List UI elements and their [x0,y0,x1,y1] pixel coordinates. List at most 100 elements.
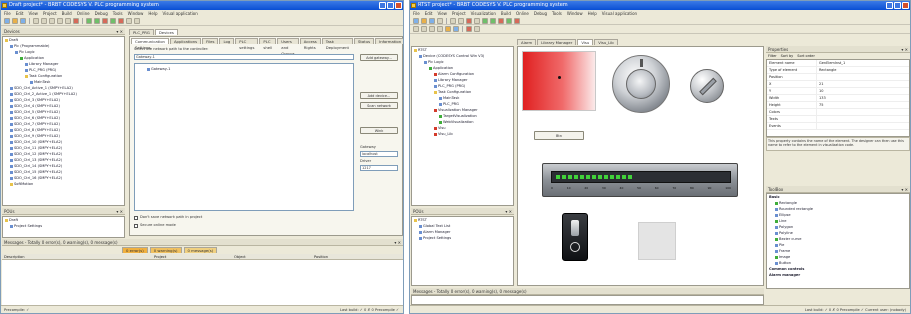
gateway-select[interactable]: Gateway-1 [134,54,354,60]
step-icon[interactable] [126,18,132,24]
menu-item[interactable]: File [413,10,420,17]
alarm-icon[interactable] [466,26,472,32]
property-row[interactable]: Y 10 [767,88,909,95]
tree-item[interactable]: Project Settings [412,235,513,241]
undo-icon[interactable] [33,18,39,24]
editor-tab[interactable]: Status [354,38,375,44]
minimize-button[interactable] [379,2,386,9]
build-icon[interactable] [482,17,488,24]
messages-column-header[interactable]: Position [312,254,392,259]
tree-item[interactable]: Project Settings [3,223,124,229]
pane-close-icon[interactable]: ▾ ✕ [505,208,512,215]
editor-tab[interactable]: Alarm [517,39,537,45]
messages-filter[interactable]: 0 message(s) [183,247,218,253]
save-icon[interactable] [429,17,435,24]
property-value[interactable]: GenElemInst_1 [817,60,845,66]
bar-meter[interactable]: 0 10 20 30 40 50 60 70 80 90 100 [542,163,738,197]
editor-tab[interactable]: Visu_Lib [594,39,618,45]
redo-icon[interactable] [41,18,47,24]
run-icon[interactable] [506,17,512,24]
editor-tab[interactable]: Files [202,38,219,44]
property-row[interactable]: Texts [767,116,909,123]
pane-close-icon[interactable]: ▾ ✕ [116,208,123,215]
property-row[interactable]: Events [767,123,909,130]
editor-tab[interactable]: Log [219,38,235,44]
no-save-checkbox[interactable] [134,215,138,220]
properties-toolbar-item[interactable]: Filter [768,53,777,59]
maximize-button[interactable] [387,2,394,9]
editor-tab[interactable]: Communication Settings [131,38,169,50]
menu-item[interactable]: Online [516,10,529,17]
save-icon[interactable] [20,18,26,24]
zoom-icon[interactable] [474,26,480,32]
gateway-node[interactable]: Gateway-1 [135,66,353,72]
visu-button-element[interactable]: Btn [534,131,584,140]
properties-toolbar-item[interactable]: Sort by [781,53,794,59]
property-row[interactable]: Width 133 [767,95,909,102]
run-icon[interactable] [110,18,116,24]
menu-item[interactable]: Visualization [471,10,496,17]
property-value[interactable] [817,116,819,122]
property-row[interactable]: Colors [767,109,909,116]
close-button[interactable] [395,2,402,9]
new-icon[interactable] [413,17,419,24]
align-left-icon[interactable] [413,26,419,32]
menu-item[interactable]: Online [77,10,90,17]
print-icon[interactable] [437,17,443,24]
delete-icon[interactable] [466,17,472,24]
property-row[interactable]: Element name GenElemInst_1 [767,60,909,67]
paste-icon[interactable] [65,18,71,24]
menu-item[interactable]: Help [148,10,157,17]
property-row[interactable]: Position [767,74,909,81]
tree-item[interactable]: SoftMotion [3,181,124,187]
menu-item[interactable]: Window [128,10,144,17]
messages-column-header[interactable]: Object [232,254,312,259]
property-value[interactable] [817,74,819,80]
wink-button[interactable]: Wink [360,127,398,134]
errors-filter[interactable]: 0 error(s) [122,247,148,253]
visualization-canvas[interactable]: Btn 0 10 20 30 40 50 60 70 80 90 100 [517,46,764,286]
cut-icon[interactable] [49,18,55,24]
property-value[interactable] [817,123,819,129]
login-icon[interactable] [490,17,496,24]
property-value[interactable]: 75 [817,102,823,108]
redo-icon[interactable] [458,17,464,24]
logout-icon[interactable] [498,17,504,24]
editor-tab[interactable]: Task Deployment [321,38,354,50]
property-row[interactable]: X 21 [767,81,909,88]
open-icon[interactable] [12,18,18,24]
messages-column-header[interactable]: Project [152,254,232,259]
pane-close-icon[interactable]: ▾ ✕ [116,28,123,35]
menu-item[interactable]: Visual application [163,10,198,17]
scan-network-button[interactable]: Scan network [360,102,398,109]
property-value[interactable]: 10 [817,88,823,94]
editor-tab[interactable]: Visu [577,39,594,45]
properties-toolbar-item[interactable]: Sort order [797,53,815,59]
warnings-filter[interactable]: 0 warning(s) [149,247,182,253]
add-device-button[interactable]: Add device... [360,92,398,99]
pane-close-icon[interactable]: ▾ ✕ [901,46,908,53]
menu-item[interactable]: Build [62,10,72,17]
editor-tab[interactable]: PLC_PRG [129,29,154,35]
editor-tab[interactable]: PLC settings [235,38,259,50]
menu-item[interactable]: Project [43,10,57,17]
menu-item[interactable]: Build [501,10,511,17]
logout-icon[interactable] [102,18,108,24]
messages-column-header[interactable]: Description [2,254,152,259]
menu-item[interactable]: Debug [95,10,108,17]
group-icon[interactable] [437,26,443,32]
minimize-button[interactable] [886,2,893,9]
menu-item[interactable]: Window [567,10,583,17]
align-center-icon[interactable] [421,26,427,32]
property-value[interactable]: 21 [817,81,823,87]
property-value[interactable]: 133 [817,95,826,101]
close-button[interactable] [902,2,909,9]
open-icon[interactable] [421,17,427,24]
send-back-icon[interactable] [453,26,459,32]
editor-tab[interactable]: Library Manager [537,39,577,45]
menu-item[interactable]: View [28,10,38,17]
gateway-ip-field[interactable]: localhost [360,151,398,157]
delete-icon[interactable] [73,18,79,24]
pane-close-icon[interactable]: ▾ ✕ [901,186,908,193]
menu-item[interactable]: File [4,10,11,17]
